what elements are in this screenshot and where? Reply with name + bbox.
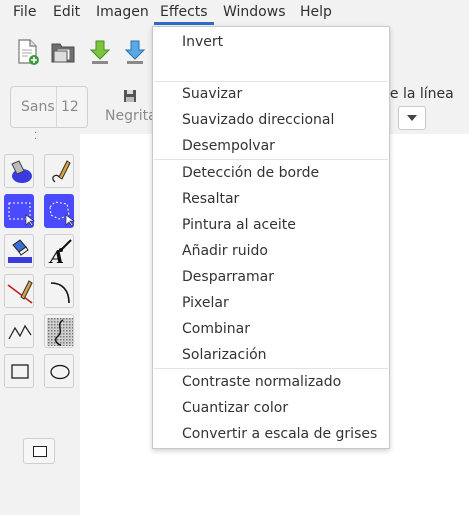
pencil-icon[interactable] (44, 154, 74, 188)
menu-item-pixelar[interactable]: Pixelar (182, 295, 229, 311)
curve-icon[interactable] (44, 274, 74, 308)
menu-item-deteccion-de-borde[interactable]: Detección de borde (182, 165, 319, 181)
rect-select-icon[interactable] (4, 194, 35, 228)
line-label: le la línea (386, 86, 454, 102)
menu-item-cuantizar-color[interactable]: Cuantizar color (182, 400, 288, 416)
menu-item-pintura-al-aceite[interactable]: Pintura al aceite (182, 217, 296, 233)
menu-file[interactable]: File (13, 4, 36, 20)
color-swatch[interactable] (23, 438, 55, 464)
font-selector[interactable]: Sans 12 (10, 86, 88, 128)
effects-menu: Invert Suavizar Suavizado direccional De… (152, 26, 390, 449)
line-combo-dropdown[interactable] (398, 106, 426, 130)
new-file-icon[interactable] (15, 38, 41, 66)
drag-handle[interactable]: · · (34, 129, 37, 145)
menu-item-combinar[interactable]: Combinar (182, 321, 250, 337)
menu-effects[interactable]: Effects (154, 4, 214, 25)
bold-label: Negrita (105, 108, 157, 124)
menu-imagen[interactable]: Imagen (96, 4, 149, 20)
menu-item-suavizar[interactable]: Suavizar (182, 86, 242, 102)
eraser-icon[interactable] (4, 234, 34, 268)
menu-item-suavizado-direccional[interactable]: Suavizado direccional (182, 112, 334, 128)
free-select-icon[interactable] (44, 194, 75, 228)
menu-bar: File Edit Imagen Effects Windows Help (0, 0, 469, 26)
menu-item-convertir-escala-grises[interactable]: Convertir a escala de grises (182, 426, 377, 442)
menu-item-invert[interactable]: Invert (182, 34, 223, 50)
save-icon (124, 90, 136, 102)
menu-item-desempolvar[interactable]: Desempolvar (182, 138, 275, 154)
text-icon[interactable]: A (44, 234, 74, 268)
ellipse-icon[interactable] (44, 354, 74, 388)
menu-edit[interactable]: Edit (53, 4, 80, 20)
menu-separator (154, 81, 388, 82)
menu-item-anadir-ruido[interactable]: Añadir ruido (182, 243, 268, 259)
bold-button[interactable]: Negrita (100, 88, 160, 128)
download-blue-icon[interactable] (122, 38, 148, 66)
menu-separator (154, 159, 388, 160)
menu-windows[interactable]: Windows (223, 4, 286, 20)
open-folder-icon[interactable] (50, 38, 76, 66)
menu-help[interactable]: Help (300, 4, 332, 20)
menu-item-solarizacion[interactable]: Solarización (182, 347, 267, 363)
menu-item-contraste-normalizado[interactable]: Contraste normalizado (182, 374, 341, 390)
menu-separator (154, 368, 388, 369)
menu-item-desparramar[interactable]: Desparramar (182, 269, 274, 285)
freeform-icon[interactable] (44, 314, 74, 348)
polyline-icon[interactable] (4, 314, 34, 348)
font-size: 12 (61, 99, 79, 115)
line-icon[interactable] (4, 274, 34, 308)
font-name: Sans (21, 99, 55, 115)
menu-item-resaltar[interactable]: Resaltar (182, 191, 239, 207)
divider (56, 87, 57, 127)
download-green-icon[interactable] (87, 38, 113, 66)
rectangle-icon[interactable] (4, 354, 34, 388)
fill-bucket-icon[interactable] (4, 154, 34, 188)
